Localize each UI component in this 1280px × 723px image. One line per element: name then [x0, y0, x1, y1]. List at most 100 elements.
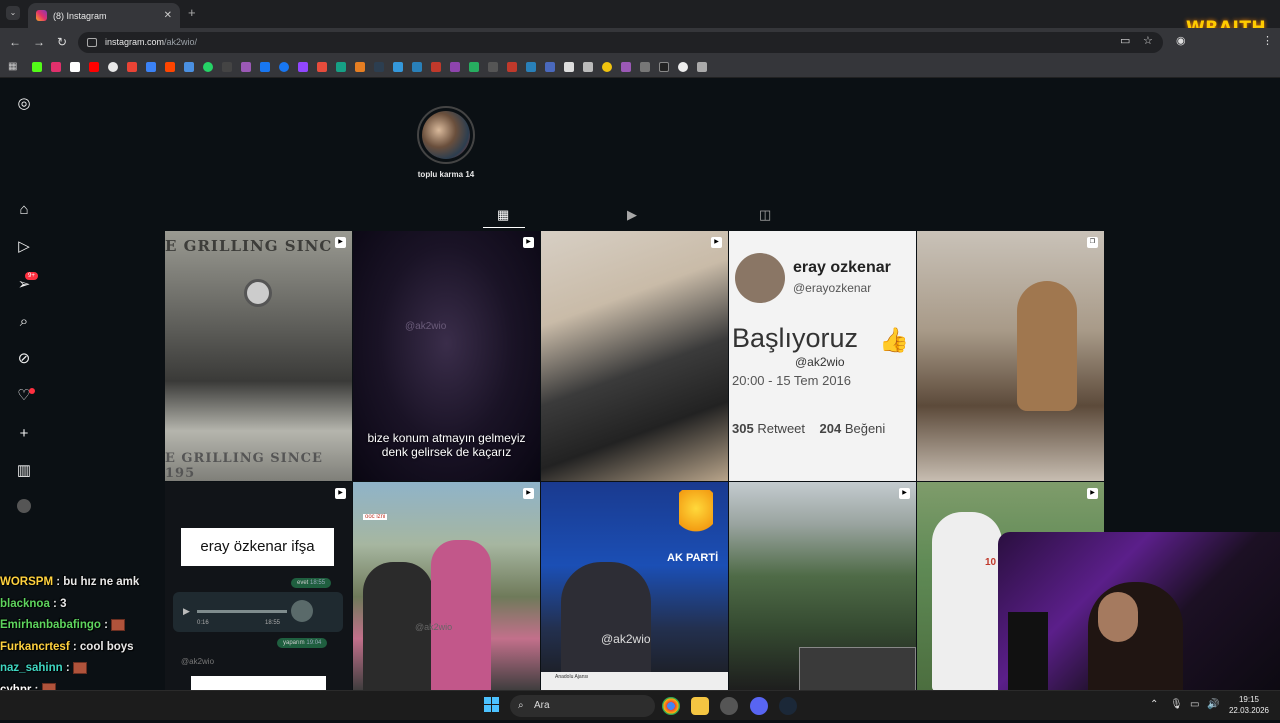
bookmark-icon[interactable] — [564, 61, 575, 72]
post-tile[interactable]: ❐ — [917, 231, 1104, 481]
bookmark-icon[interactable] — [393, 61, 404, 72]
post-sign-text: E GRILLING SINCE 195 — [165, 451, 323, 481]
waveform — [197, 610, 287, 613]
bookmark-icon[interactable] — [431, 61, 442, 72]
bookmark-icon[interactable] — [146, 61, 157, 72]
chat-separator: : — [62, 662, 73, 674]
bookmark-star-icon[interactable]: ☆ — [1143, 34, 1153, 47]
post-tile[interactable]: @ak2wio bize konum atmayın gelmeyiz denk… — [353, 231, 540, 481]
dashboard-icon[interactable]: ▥ — [15, 462, 33, 480]
discord-icon[interactable] — [750, 697, 768, 715]
chat-separator: : — [100, 619, 112, 631]
bookmark-kick-icon[interactable] — [32, 61, 43, 72]
bookmark-icon[interactable] — [697, 61, 708, 72]
bookmark-icon[interactable] — [450, 61, 461, 72]
bookmark-icon[interactable] — [678, 61, 689, 72]
bookmark-whatsapp-icon[interactable] — [203, 61, 214, 72]
bubble-time: 19:04 — [306, 640, 322, 646]
chat-emote-icon — [111, 618, 126, 631]
bookmark-icon[interactable] — [526, 61, 537, 72]
bookmark-icon[interactable] — [374, 61, 385, 72]
reload-icon[interactable]: ↻ — [57, 35, 67, 49]
tab-close-icon[interactable]: ✕ — [164, 10, 172, 21]
bookmark-icon[interactable] — [621, 61, 632, 72]
tab-reels-icon[interactable]: ▶ — [627, 207, 637, 223]
search-icon[interactable]: ⌕ — [15, 313, 33, 331]
home-icon[interactable]: ⌂ — [15, 201, 33, 219]
tray-chevron-icon[interactable]: ⌃ — [1150, 699, 1158, 710]
post-tile[interactable]: E GRILLING SINC E GRILLING SINCE 195 ▶ — [165, 231, 352, 481]
tweet-handle: @erayozkenar — [793, 281, 872, 295]
profile-avatar-icon[interactable] — [17, 499, 31, 513]
voice-message: ▶ 0:16 18:55 — [173, 592, 343, 632]
volume-icon[interactable]: 🔊 — [1207, 699, 1219, 710]
bookmark-icon[interactable] — [488, 61, 499, 72]
tab-search-icon[interactable]: ⌄ — [6, 6, 20, 20]
site-info-icon[interactable] — [87, 38, 97, 47]
bookmark-icon[interactable] — [355, 61, 366, 72]
apps-grid-icon[interactable]: ▦ — [8, 61, 17, 72]
app-icon[interactable] — [720, 697, 738, 715]
bookmark-facebook-icon[interactable] — [279, 61, 290, 72]
post-tile[interactable]: ▶ — [541, 231, 728, 481]
instagram-logo-icon[interactable]: ◎ — [15, 95, 33, 113]
extension-icon[interactable]: ◉ — [1176, 34, 1186, 47]
bookmark-icon[interactable] — [469, 61, 480, 72]
reel-icon: ▶ — [523, 237, 534, 248]
bookmark-reddit-icon[interactable] — [165, 61, 176, 72]
bookmark-instagram-icon[interactable] — [51, 61, 62, 72]
chat-username: blacknoa — [0, 597, 50, 610]
post-tile[interactable]: ooc izni @ak2wio ▶ — [353, 482, 540, 690]
chrome-icon[interactable] — [662, 697, 680, 715]
tab-tagged-icon[interactable]: ◫ — [759, 207, 771, 223]
forward-icon[interactable]: → — [33, 35, 45, 49]
new-tab-button[interactable]: + — [188, 5, 196, 20]
bookmark-icon[interactable] — [336, 61, 347, 72]
taskbar-clock[interactable]: 19:15 22.03.2026 — [1224, 694, 1274, 716]
cast-icon[interactable]: ▭ — [1120, 34, 1130, 47]
grill-knob — [244, 279, 272, 307]
reels-icon[interactable]: ▷ — [15, 238, 33, 256]
reel-icon: ▶ — [335, 237, 346, 248]
bookmark-youtube-icon[interactable] — [89, 61, 100, 72]
post-tile[interactable]: AK PARTİ @ak2wio Anadolu Ajansı — [541, 482, 728, 690]
address-bar[interactable]: instagram.com/ak2wio/ — [78, 32, 1163, 53]
bookmark-icon[interactable] — [317, 61, 328, 72]
bookmark-icon[interactable] — [260, 61, 271, 72]
file-explorer-icon[interactable] — [691, 697, 709, 715]
reel-icon: ▶ — [899, 488, 910, 499]
tab-posts-grid-icon[interactable]: ▦ — [497, 207, 509, 223]
explore-icon[interactable]: ⊘ — [15, 350, 33, 368]
post-tile[interactable]: ▶ — [729, 482, 916, 690]
reel-icon: ▶ — [711, 237, 722, 248]
post-tile[interactable]: eray özkenar ifşa evet 18:55 ▶ 0:16 18:5… — [165, 482, 352, 690]
windows-start-icon[interactable] — [484, 697, 500, 713]
bookmark-icon[interactable] — [545, 61, 556, 72]
bookmark-icon[interactable] — [241, 61, 252, 72]
menu-icon[interactable]: ⋮ — [1262, 34, 1273, 47]
reel-icon: ▶ — [523, 488, 534, 499]
bookmark-icon[interactable] — [659, 61, 670, 72]
bookmark-icon[interactable] — [412, 61, 423, 72]
microphone — [1008, 612, 1048, 690]
bookmark-icon[interactable] — [222, 61, 233, 72]
story-highlight[interactable] — [417, 106, 475, 164]
browser-tab-instagram[interactable]: (8) Instagram ✕ — [28, 3, 180, 28]
bookmark-icon[interactable] — [583, 61, 594, 72]
bookmark-gmail-icon[interactable] — [127, 61, 138, 72]
bookmark-twitch-icon[interactable] — [298, 61, 309, 72]
create-plus-icon[interactable]: + — [15, 425, 33, 443]
bookmark-x-icon[interactable] — [70, 61, 81, 72]
network-icon[interactable]: ▭ — [1190, 699, 1199, 710]
bookmark-icon[interactable] — [640, 61, 651, 72]
steam-icon[interactable] — [779, 697, 797, 715]
post-tile[interactable]: eray ozkenar @erayozkenar Başlıyoruz 👍 @… — [729, 231, 916, 481]
voice-time: 18:55 — [265, 620, 281, 626]
bookmark-icon[interactable] — [184, 61, 195, 72]
mic-tray-icon[interactable]: 🎙 — [1170, 699, 1183, 710]
bookmark-icon[interactable] — [507, 61, 518, 72]
taskbar-search[interactable]: ⌕ Ara — [510, 695, 655, 717]
back-icon[interactable]: ← — [9, 35, 21, 49]
bookmark-icon[interactable] — [602, 61, 613, 72]
bookmark-google-icon[interactable] — [108, 61, 119, 72]
